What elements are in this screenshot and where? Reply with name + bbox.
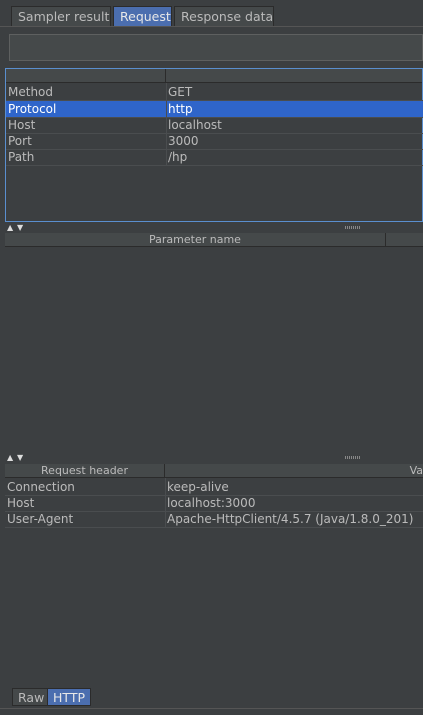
- grip-handle-icon: [345, 226, 361, 229]
- split-divider[interactable]: ▲ ▼: [5, 223, 423, 232]
- request-row-value: GET: [168, 85, 193, 99]
- expand-down-icon[interactable]: ▼: [17, 224, 23, 232]
- header-name-column-header[interactable]: Request header: [5, 464, 165, 478]
- request-row-name: Path: [8, 150, 35, 164]
- header-row-value: Apache-HttpClient/4.5.7 (Java/1.8.0_201): [167, 512, 414, 526]
- expand-up-icon[interactable]: ▲: [7, 224, 13, 232]
- header-row-value: keep-alive: [167, 480, 229, 494]
- table-row[interactable]: Protocol http: [6, 101, 423, 117]
- tab-sampler-result[interactable]: Sampler result: [11, 6, 111, 26]
- param-name-header[interactable]: Parameter name: [5, 233, 386, 247]
- request-col-name-header[interactable]: [6, 69, 166, 83]
- request-row-name: Host: [8, 118, 36, 132]
- request-row-value: localhost: [168, 118, 222, 132]
- row-divider: [6, 100, 423, 101]
- table-row[interactable]: Connection keep-alive: [5, 479, 423, 495]
- parameters-table: Parameter name: [5, 233, 423, 452]
- request-row-name: Protocol: [8, 102, 57, 116]
- header-row-name: Host: [7, 496, 35, 510]
- request-details-table: Method GET Protocol http Host localhost …: [5, 68, 423, 222]
- split-divider[interactable]: ▲ ▼: [5, 453, 423, 462]
- request-row-value: /hp: [168, 150, 188, 164]
- column-divider: [166, 83, 167, 166]
- tab-request[interactable]: Request: [113, 6, 172, 26]
- request-col-value-header[interactable]: [166, 69, 422, 83]
- table-row[interactable]: Path /hp: [6, 149, 423, 165]
- row-divider: [5, 495, 423, 496]
- request-row-value: 3000: [168, 134, 199, 148]
- table-row[interactable]: Port 3000: [6, 133, 423, 149]
- table-row[interactable]: User-Agent Apache-HttpClient/4.5.7 (Java…: [5, 511, 423, 527]
- row-divider: [6, 133, 423, 134]
- tab-bar: Sampler result Request Response data: [0, 0, 423, 26]
- request-row-name: Port: [8, 134, 32, 148]
- expand-up-icon[interactable]: ▲: [7, 454, 13, 462]
- row-divider: [5, 527, 423, 528]
- request-headers-table: Request header Va Connection keep-alive …: [5, 464, 423, 685]
- table-row[interactable]: Method GET: [6, 84, 423, 100]
- tab-response-data[interactable]: Response data: [174, 6, 274, 26]
- expand-down-icon[interactable]: ▼: [17, 454, 23, 462]
- search-field[interactable]: [9, 34, 423, 61]
- bottom-border: [0, 708, 423, 709]
- row-divider: [6, 165, 423, 166]
- grip-handle-icon: [345, 456, 361, 459]
- header-value-column-header[interactable]: Va: [165, 464, 423, 478]
- column-divider: [165, 478, 166, 528]
- header-row-value: localhost:3000: [167, 496, 256, 510]
- header-row-name: User-Agent: [7, 512, 74, 526]
- request-row-name: Method: [8, 85, 54, 99]
- row-divider: [6, 149, 423, 150]
- table-row[interactable]: Host localhost: [6, 117, 423, 133]
- request-row-value: http: [168, 102, 193, 116]
- param-value-header[interactable]: [386, 233, 423, 247]
- tab-http[interactable]: HTTP: [47, 688, 91, 706]
- row-divider: [6, 117, 423, 118]
- header-row-name: Connection: [7, 480, 75, 494]
- tab-raw[interactable]: Raw: [12, 688, 51, 706]
- row-divider: [5, 511, 423, 512]
- table-row[interactable]: Host localhost:3000: [5, 495, 423, 511]
